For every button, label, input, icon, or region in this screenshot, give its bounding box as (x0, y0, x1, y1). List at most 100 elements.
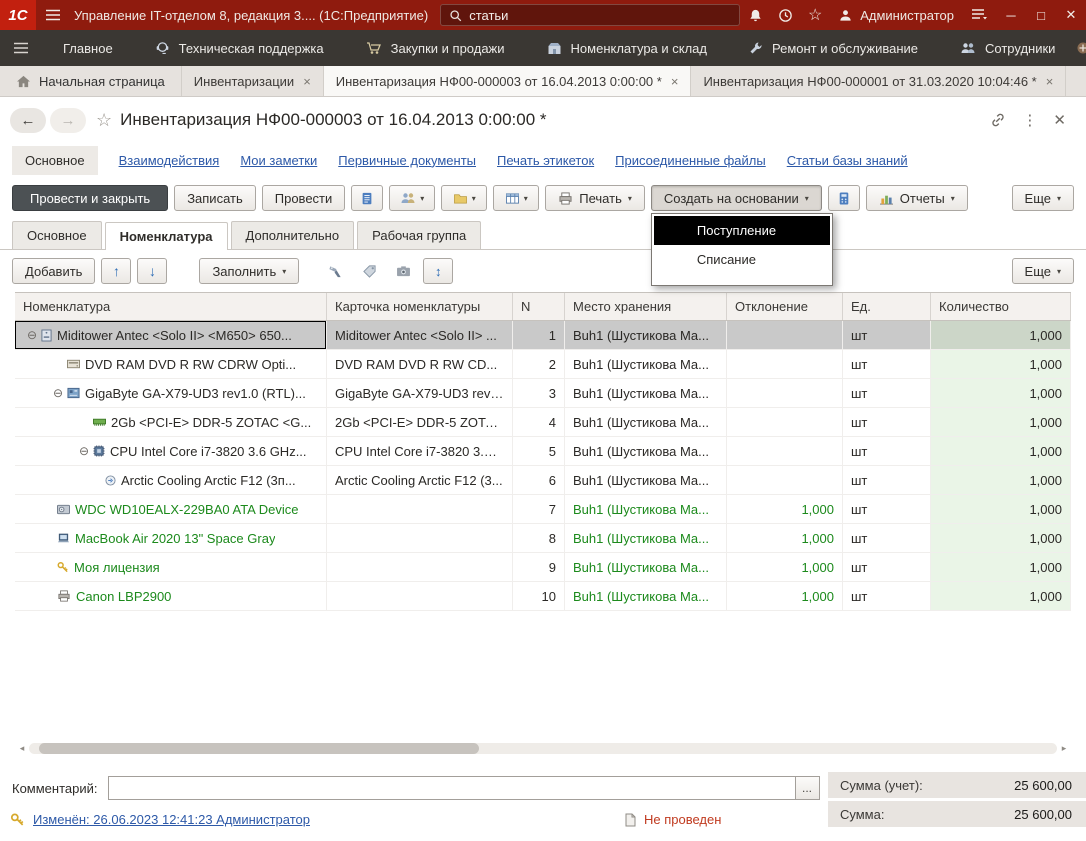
scrollbar-thumb[interactable] (39, 743, 479, 754)
tab-inventories[interactable]: Инвентаризации× (182, 66, 324, 96)
navlink-print-labels[interactable]: Печать этикеток (497, 153, 594, 168)
cell-deviation[interactable] (727, 350, 843, 378)
close-tab-icon[interactable]: × (1046, 74, 1054, 89)
reports-button[interactable]: Отчеты ▾ (866, 185, 968, 211)
cell-deviation[interactable] (727, 437, 843, 465)
global-search-box[interactable]: статьи (440, 4, 740, 26)
cell-quantity[interactable]: 1,000 (931, 582, 1071, 610)
save-button[interactable]: Записать (174, 185, 256, 211)
navlink-primary-docs[interactable]: Первичные документы (338, 153, 476, 168)
cell-quantity[interactable]: 1,000 (931, 553, 1071, 581)
notifications-button[interactable] (740, 0, 770, 30)
table-row[interactable]: WDC WD10EALX-229BA0 ATA Device 7 Buh1 (Ш… (15, 495, 1071, 524)
fill-button[interactable]: Заполнить ▾ (199, 258, 299, 284)
journal-button[interactable] (351, 185, 383, 211)
menu-item-writeoff[interactable]: Списание (654, 245, 830, 274)
collapse-icon[interactable]: ⊖ (23, 328, 41, 342)
more-actions-button[interactable]: ⋮ (1022, 111, 1037, 129)
maximize-button[interactable]: □ (1026, 0, 1056, 30)
cell-storage[interactable]: Buh1 (Шустикова Ма... (565, 437, 727, 465)
cell-nomenclature[interactable]: DVD RAM DVD R RW CDRW Opti... (15, 350, 327, 378)
cell-storage[interactable]: Buh1 (Шустикова Ма... (565, 321, 727, 349)
sections-menu-button[interactable] (0, 30, 42, 66)
tab-inventory-000001[interactable]: Инвентаризация НФ00-000001 от 31.03.2020… (691, 66, 1066, 96)
cell-card[interactable]: GigaByte GA-X79-UD3 rev1... (327, 379, 513, 407)
cell-nomenclature[interactable]: ⊖ GigaByte GA-X79-UD3 rev1.0 (RTL)... (15, 379, 327, 407)
cell-nomenclature[interactable]: MacBook Air 2020 13" Space Gray (15, 524, 327, 552)
user-menu[interactable]: Администратор (830, 8, 962, 23)
navlink-attached-files[interactable]: Присоединенные файлы (615, 153, 766, 168)
tab-home[interactable]: Начальная страница (0, 66, 182, 96)
forward-button[interactable]: → (50, 108, 86, 133)
cell-n[interactable]: 8 (513, 524, 565, 552)
cell-nomenclature[interactable]: ⊖ CPU Intel Core i7-3820 3.6 GHz... (15, 437, 327, 465)
navlink-my-notes[interactable]: Мои заметки (240, 153, 317, 168)
table-row[interactable]: ⊖ GigaByte GA-X79-UD3 rev1.0 (RTL)... Gi… (15, 379, 1071, 408)
label-tag-button[interactable] (355, 259, 383, 283)
print-button[interactable]: Печать ▾ (545, 185, 645, 211)
cell-quantity[interactable]: 1,000 (931, 466, 1071, 494)
move-up-button[interactable]: ↑ (101, 258, 131, 284)
cell-nomenclature[interactable]: ⊖ Miditower Antec <Solo II> <M650> 650..… (15, 321, 327, 349)
cell-quantity[interactable]: 1,000 (931, 321, 1071, 349)
minimize-button[interactable]: ─ (996, 0, 1026, 30)
scrollbar-track[interactable] (29, 743, 1057, 754)
get-link-button[interactable] (990, 112, 1006, 128)
barcode-scanner-button[interactable] (321, 259, 349, 283)
grid-more-button[interactable]: Еще ▾ (1012, 258, 1074, 284)
subtab-nomenclature[interactable]: Номенклатура (105, 222, 228, 250)
cell-deviation[interactable] (727, 379, 843, 407)
more-button[interactable]: Еще ▾ (1012, 185, 1074, 211)
cell-nomenclature[interactable]: Arctic Cooling Arctic F12 (3п... (15, 466, 327, 494)
cell-nomenclature[interactable]: WDC WD10EALX-229BA0 ATA Device (15, 495, 327, 523)
cell-storage[interactable]: Buh1 (Шустикова Ма... (565, 553, 727, 581)
cell-unit[interactable]: шт (843, 437, 931, 465)
cell-nomenclature[interactable]: Моя лицензия (15, 553, 327, 581)
comment-input[interactable] (108, 776, 796, 800)
close-tab-icon[interactable]: × (671, 74, 679, 89)
collapse-icon[interactable]: ⊖ (49, 386, 67, 400)
cell-storage[interactable]: Buh1 (Шустикова Ма... (565, 582, 727, 610)
cell-storage[interactable]: Buh1 (Шустикова Ма... (565, 524, 727, 552)
main-menu-button[interactable] (36, 0, 70, 30)
cell-n[interactable]: 6 (513, 466, 565, 494)
table-row[interactable]: Canon LBP2900 10 Buh1 (Шустикова Ма... 1… (15, 582, 1071, 611)
scroll-right-arrow[interactable]: ▸ (1057, 743, 1071, 754)
move-down-button[interactable]: ↓ (137, 258, 167, 284)
subtab-main[interactable]: Основное (12, 221, 102, 249)
close-tab-icon[interactable]: × (303, 74, 311, 89)
camera-button[interactable] (389, 259, 417, 283)
cell-storage[interactable]: Buh1 (Шустикова Ма... (565, 495, 727, 523)
cell-quantity[interactable]: 1,000 (931, 408, 1071, 436)
table-row[interactable]: ⊖ Miditower Antec <Solo II> <M650> 650..… (15, 321, 1071, 350)
cell-card[interactable]: Miditower Antec <Solo II> ... (327, 321, 513, 349)
cell-card[interactable] (327, 524, 513, 552)
modified-link[interactable]: Изменён: 26.06.2023 12:41:23 Администрат… (33, 812, 310, 827)
cell-unit[interactable]: шт (843, 524, 931, 552)
cell-unit[interactable]: шт (843, 379, 931, 407)
column-header-card[interactable]: Карточка номенклатуры (327, 293, 513, 320)
post-and-close-button[interactable]: Провести и закрыть (12, 185, 168, 211)
cell-unit[interactable]: шт (843, 350, 931, 378)
files-button[interactable]: ▾ (441, 185, 487, 211)
cell-storage[interactable]: Buh1 (Шустикова Ма... (565, 408, 727, 436)
cell-card[interactable]: CPU Intel Core i7-3820 3.6 ... (327, 437, 513, 465)
section-tech-support[interactable]: Техническая поддержка (134, 30, 345, 66)
cell-n[interactable]: 1 (513, 321, 565, 349)
cell-deviation[interactable]: 1,000 (727, 524, 843, 552)
navlink-kb-articles[interactable]: Статьи базы знаний (787, 153, 908, 168)
section-repair-service[interactable]: Ремонт и обслуживание (728, 30, 939, 66)
section-purchases-sales[interactable]: Закупки и продажи (345, 30, 526, 66)
subtab-workgroup[interactable]: Рабочая группа (357, 221, 481, 249)
cell-unit[interactable]: шт (843, 408, 931, 436)
search-input[interactable]: статьи (469, 8, 508, 23)
back-button[interactable]: ← (10, 108, 46, 133)
cell-quantity[interactable]: 1,000 (931, 379, 1071, 407)
cell-n[interactable]: 9 (513, 553, 565, 581)
column-header-deviation[interactable]: Отклонение (727, 293, 843, 320)
cell-deviation[interactable] (727, 408, 843, 436)
column-header-nomenclature[interactable]: Номенклатура (15, 293, 327, 320)
table-row[interactable]: ⊖ CPU Intel Core i7-3820 3.6 GHz... CPU … (15, 437, 1071, 466)
cell-nomenclature[interactable]: 2Gb <PCI-E> DDR-5 ZOTAC <G... (15, 408, 327, 436)
menu-item-receipt[interactable]: Поступление (654, 216, 830, 245)
